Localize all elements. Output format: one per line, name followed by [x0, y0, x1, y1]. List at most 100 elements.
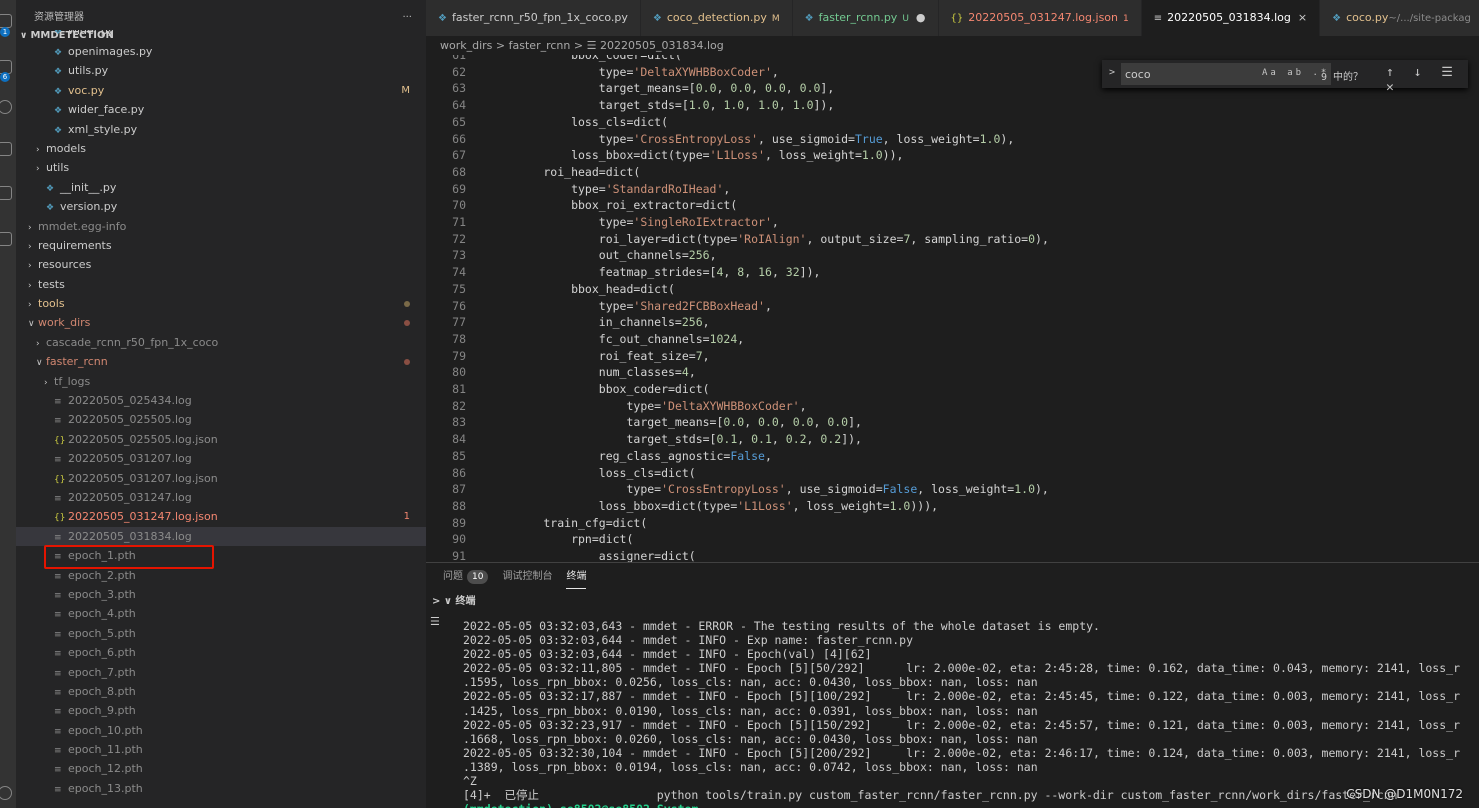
tree-item[interactable]: › cascade_rcnn_r50_fpn_1x_coco [16, 333, 426, 352]
editor-tab[interactable]: ❖ coco.py~/.../site-packag [1320, 0, 1479, 36]
tree-item[interactable]: ≡ epoch_5.pth [16, 624, 426, 643]
panel-tab-label: 终端 [566, 571, 587, 582]
tree-item[interactable]: › resources [16, 255, 426, 274]
editor-tab[interactable]: ❖ coco_detection.py M [640, 0, 793, 36]
remote-explorer-icon[interactable] [0, 232, 12, 246]
tree-item-label: cascade_rcnn_r50_fpn_1x_coco [46, 335, 219, 349]
search-icon[interactable] [0, 100, 12, 114]
breadcrumb-file[interactable]: 20220505_031834.log [600, 39, 724, 52]
tree-item[interactable]: ∨ faster_rcnn [16, 352, 426, 371]
breadcrumb-folder-faster-rcnn[interactable]: faster_rcnn [509, 39, 571, 52]
line-number: 84 [452, 432, 466, 447]
activity-bar: 1 6 [0, 0, 16, 808]
terminal-section-header[interactable]: > ∨ 终端 [426, 593, 475, 611]
terminal-output[interactable]: 2022-05-05 03:32:03,643 - mmdet - ERROR … [463, 619, 1479, 808]
tree-item[interactable]: ❖ xml_style.py [16, 120, 426, 139]
code-line: reg_class_agnostic=False, [488, 448, 772, 463]
code-line: loss_bbox=dict(type='L1Loss', loss_weigh… [488, 498, 939, 513]
tree-item[interactable]: ≡ epoch_12.pth [16, 759, 426, 778]
panel-tab[interactable]: 问题 10 [443, 563, 489, 591]
text-file-icon: ≡ [54, 784, 62, 795]
tree-item[interactable]: ≡ epoch_9.pth [16, 701, 426, 720]
line-number: 66 [452, 131, 466, 146]
tree-item[interactable]: ≡ epoch_3.pth [16, 585, 426, 604]
tree-item[interactable]: › models [16, 139, 426, 158]
panel-tab[interactable]: 终端 [566, 566, 587, 589]
tree-item-label: epoch_12.pth [68, 762, 143, 776]
tree-item-label: epoch_5.pth [68, 626, 136, 640]
tree-item[interactable]: ≡ epoch_10.pth [16, 721, 426, 740]
editor-tab[interactable]: ❖ faster_rcnn.py U ● [792, 0, 939, 36]
tree-item[interactable]: › tf_logs [16, 372, 426, 391]
tree-item[interactable]: ≡ epoch_8.pth [16, 682, 426, 701]
tab-git-decoration: 1 [1123, 14, 1129, 24]
run-debug-icon[interactable] [0, 142, 12, 156]
tree-item[interactable]: › utils [16, 158, 426, 177]
editor-tab[interactable]: ≡ 20220505_031834.log × [1141, 0, 1321, 36]
code-line: roi_feat_size=7, [488, 348, 710, 363]
tree-item[interactable]: ❖ version.py [16, 197, 426, 216]
breadcrumb-folder-work-dirs[interactable]: work_dirs [440, 39, 492, 52]
tree-item[interactable]: ≡ epoch_4.pth [16, 604, 426, 623]
tree-item[interactable]: {} 20220505_031247.log.json 1 [16, 507, 426, 526]
tree-item[interactable]: ❖ openimages.py [16, 42, 426, 61]
tab-path-suffix: ~/.../site-packag [1388, 13, 1471, 24]
tree-item[interactable]: › tools [16, 294, 426, 313]
terminal-line: 2022-05-05 03:32:30,104 - mmdet - INFO -… [463, 745, 1460, 760]
unsaved-dot-icon[interactable]: ● [916, 11, 926, 24]
tree-item-label: epoch_3.pth [68, 587, 136, 601]
tree-item-label: requirements [38, 238, 112, 252]
line-number: 82 [452, 398, 466, 413]
tree-item-label: 20220505_031207.log.json [68, 471, 218, 485]
tree-item[interactable]: ≡ epoch_13.pth [16, 779, 426, 798]
tree-item[interactable]: › tests [16, 275, 426, 294]
tree-item[interactable]: ≡ 20220505_025505.log [16, 410, 426, 429]
code-editor[interactable]: 61 bbox_coder=dict(62 type='DeltaXYWHBBo… [426, 55, 1479, 562]
tree-item[interactable]: ≡ 20220505_031207.log [16, 449, 426, 468]
tree-item[interactable]: › mmdet.egg-info [16, 217, 426, 236]
find-navigation-buttons[interactable]: ↑ ↓ ☰ ✕ [1386, 65, 1468, 95]
python-icon: ❖ [652, 13, 662, 24]
editor-tab[interactable]: ❖ faster_rcnn_r50_fpn_1x_coco.py [426, 0, 641, 36]
tree-item[interactable]: ❖ wider.py [16, 30, 426, 42]
tree-item[interactable]: ❖ __init__.py [16, 178, 426, 197]
account-icon[interactable] [0, 786, 12, 800]
tree-item[interactable]: ≡ 20220505_031247.log [16, 488, 426, 507]
modified-dot-icon [404, 359, 410, 366]
code-line: rpn=dict( [488, 532, 634, 547]
extensions-icon[interactable] [0, 186, 12, 200]
tree-item[interactable]: {} 20220505_025505.log.json [16, 430, 426, 449]
line-number: 78 [452, 331, 466, 346]
tree-item[interactable]: › requirements [16, 236, 426, 255]
tree-item[interactable]: {} 20220505_031207.log.json [16, 469, 426, 488]
tree-item[interactable]: ≡ epoch_7.pth [16, 663, 426, 682]
close-icon[interactable]: × [1298, 11, 1307, 24]
tree-item[interactable]: ≡ 20220505_025434.log [16, 391, 426, 410]
explorer-icon[interactable] [0, 14, 12, 28]
tree-item[interactable]: ❖ voc.py M [16, 81, 426, 100]
line-number: 88 [452, 498, 466, 513]
toggle-replace-button[interactable]: > [1109, 67, 1115, 78]
panel-tab[interactable]: 调试控制台 [502, 563, 552, 591]
tree-item[interactable]: ❖ wider_face.py [16, 100, 426, 119]
tree-item[interactable]: ❖ utils.py [16, 61, 426, 80]
tree-item[interactable]: ≡ 20220505_031834.log [16, 526, 426, 547]
find-match-count: 9 中的？ [1321, 72, 1364, 83]
terminal-line: ^Z [463, 774, 477, 789]
line-number: 72 [452, 231, 466, 246]
panel-tab-label: 问题 [443, 571, 463, 582]
terminal-list-icon[interactable]: ☰ [430, 615, 440, 628]
find-options[interactable]: Aa ab .* [1262, 68, 1329, 78]
breadcrumb: work_dirs > faster_rcnn > ☰ 20220505_031… [426, 36, 1479, 55]
line-number: 91 [452, 549, 466, 562]
tree-item[interactable]: ≡ epoch_11.pth [16, 740, 426, 759]
watermark: CSDN @D1M0N172 [1346, 787, 1463, 801]
tree-item[interactable]: ∨ work_dirs [16, 313, 426, 332]
tree-item[interactable]: ≡ epoch_6.pth [16, 643, 426, 662]
tree-item-label: tf_logs [54, 374, 91, 388]
chevron-down-icon: ∨ [443, 596, 452, 607]
code-line: bbox_roi_extractor=dict( [488, 198, 738, 213]
tab-label: faster_rcnn_r50_fpn_1x_coco.py [451, 11, 628, 24]
editor-tab[interactable]: {} 20220505_031247.log.json 1 [938, 0, 1142, 36]
line-number: 64 [452, 98, 466, 113]
